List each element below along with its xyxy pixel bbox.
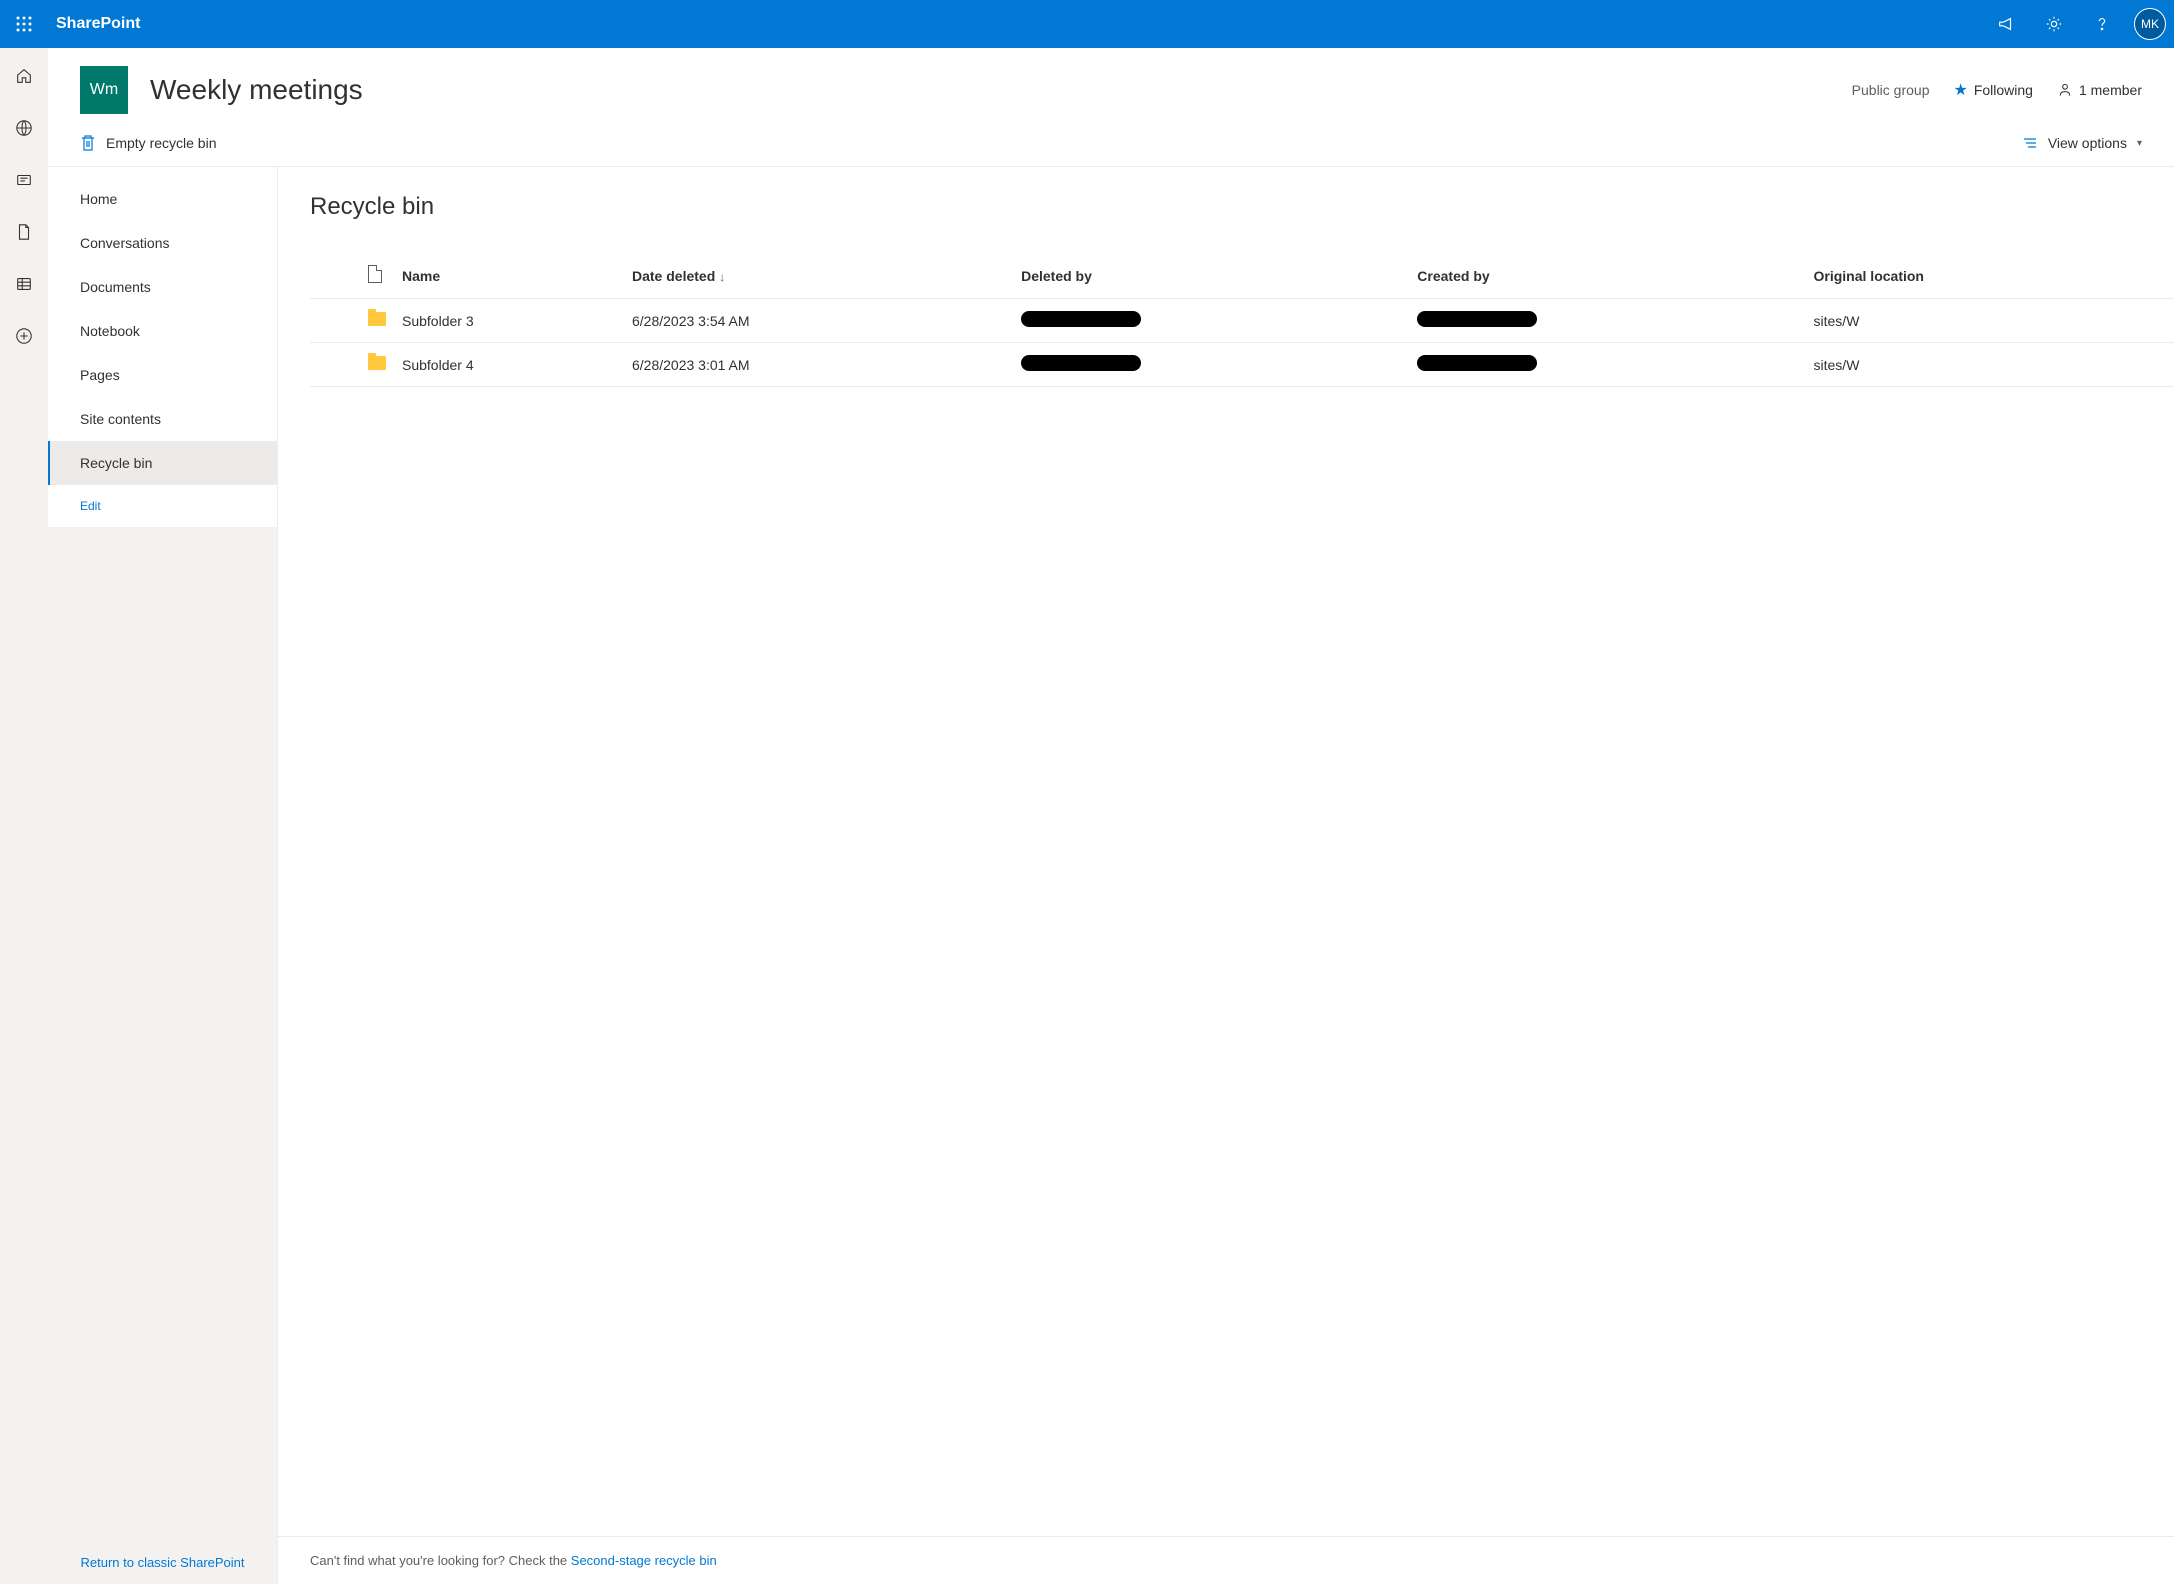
second-stage-link[interactable]: Second-stage recycle bin bbox=[571, 1553, 717, 1568]
megaphone-button[interactable] bbox=[1982, 0, 2030, 48]
cell-created-by bbox=[1409, 299, 1805, 343]
rail-news-button[interactable] bbox=[14, 170, 34, 190]
cell-original: sites/W bbox=[1806, 343, 2174, 387]
site-visibility: Public group bbox=[1852, 82, 1930, 98]
globe-icon bbox=[15, 119, 33, 137]
site-logo[interactable]: Wm bbox=[80, 66, 128, 114]
cell-name: Subfolder 4 bbox=[394, 343, 624, 387]
sort-down-icon: ↓ bbox=[719, 270, 725, 284]
view-label: View options bbox=[2048, 135, 2127, 151]
cell-deleted-by bbox=[1013, 299, 1409, 343]
help-icon bbox=[2093, 15, 2111, 33]
view-options-button[interactable]: View options ▾ bbox=[2022, 135, 2142, 151]
content-area: Recycle bin Name Date deleted↓ Deleted b… bbox=[278, 167, 2174, 1584]
rail-globe-button[interactable] bbox=[14, 118, 34, 138]
news-icon bbox=[15, 171, 33, 189]
star-icon: ★ bbox=[1953, 80, 1967, 100]
nav-documents[interactable]: Documents bbox=[48, 265, 277, 309]
trash-icon bbox=[80, 134, 96, 152]
plus-circle-icon bbox=[15, 327, 33, 345]
nav-site-contents[interactable]: Site contents bbox=[48, 397, 277, 441]
list-icon bbox=[15, 275, 33, 293]
folder-icon bbox=[368, 356, 386, 370]
table-row[interactable]: Subfolder 3 6/28/2023 3:54 AM sites/W bbox=[310, 299, 2174, 343]
rail-lists-button[interactable] bbox=[14, 274, 34, 294]
col-original[interactable]: Original location bbox=[1806, 253, 2174, 299]
brand-label[interactable]: SharePoint bbox=[48, 15, 140, 33]
members-button[interactable]: 1 member bbox=[2057, 82, 2142, 98]
home-icon bbox=[15, 67, 33, 85]
help-button[interactable] bbox=[2078, 0, 2126, 48]
rail-home-button[interactable] bbox=[14, 66, 34, 86]
empty-recycle-bin-button[interactable]: Empty recycle bin bbox=[80, 134, 216, 152]
cell-date: 6/28/2023 3:01 AM bbox=[624, 343, 1013, 387]
follow-button[interactable]: ★ Following bbox=[1953, 80, 2032, 100]
return-classic-link[interactable]: Return to classic SharePoint bbox=[80, 1555, 244, 1570]
left-nav: Home Conversations Documents Notebook Pa… bbox=[48, 167, 278, 1584]
page-title: Recycle bin bbox=[310, 193, 2174, 221]
folder-icon bbox=[368, 312, 386, 326]
file-icon bbox=[16, 223, 32, 241]
cell-date: 6/28/2023 3:54 AM bbox=[624, 299, 1013, 343]
col-name[interactable]: Name bbox=[394, 253, 624, 299]
cell-deleted-by bbox=[1013, 343, 1409, 387]
footer-text: Can't find what you're looking for? Chec… bbox=[310, 1553, 571, 1568]
follow-label: Following bbox=[1974, 82, 2033, 98]
recycle-bin-table: Name Date deleted↓ Deleted by Created by… bbox=[310, 253, 2174, 387]
nav-conversations[interactable]: Conversations bbox=[48, 221, 277, 265]
megaphone-icon bbox=[1997, 15, 2015, 33]
cell-original: sites/W bbox=[1806, 299, 2174, 343]
site-header: Wm Weekly meetings Public group ★ Follow… bbox=[48, 48, 2174, 126]
nav-home[interactable]: Home bbox=[48, 177, 277, 221]
col-date-deleted[interactable]: Date deleted↓ bbox=[624, 253, 1013, 299]
nav-pages[interactable]: Pages bbox=[48, 353, 277, 397]
site-logo-text: Wm bbox=[90, 81, 118, 99]
suite-bar: SharePoint MK bbox=[0, 0, 2174, 48]
person-icon bbox=[2057, 82, 2073, 98]
nav-edit-link[interactable]: Edit bbox=[48, 485, 277, 527]
view-icon bbox=[2022, 136, 2038, 150]
app-rail bbox=[0, 48, 48, 1584]
gear-icon bbox=[2045, 15, 2063, 33]
file-icon bbox=[368, 265, 382, 283]
members-label: 1 member bbox=[2079, 82, 2142, 98]
cell-created-by bbox=[1409, 343, 1805, 387]
col-deleted-by[interactable]: Deleted by bbox=[1013, 253, 1409, 299]
waffle-icon bbox=[16, 16, 32, 32]
site-title[interactable]: Weekly meetings bbox=[150, 74, 1830, 106]
cell-name: Subfolder 3 bbox=[394, 299, 624, 343]
col-created-by[interactable]: Created by bbox=[1409, 253, 1805, 299]
nav-notebook[interactable]: Notebook bbox=[48, 309, 277, 353]
app-launcher-button[interactable] bbox=[0, 0, 48, 48]
chevron-down-icon: ▾ bbox=[2137, 138, 2142, 149]
col-type[interactable] bbox=[360, 253, 394, 299]
empty-label: Empty recycle bin bbox=[106, 135, 216, 151]
avatar-initials: MK bbox=[2141, 17, 2159, 31]
command-bar: Empty recycle bin View options ▾ bbox=[48, 126, 2174, 167]
settings-button[interactable] bbox=[2030, 0, 2078, 48]
rail-files-button[interactable] bbox=[14, 222, 34, 242]
user-avatar[interactable]: MK bbox=[2134, 8, 2166, 40]
footer-note: Can't find what you're looking for? Chec… bbox=[278, 1536, 2174, 1584]
nav-recycle-bin[interactable]: Recycle bin bbox=[48, 441, 277, 485]
table-row[interactable]: Subfolder 4 6/28/2023 3:01 AM sites/W bbox=[310, 343, 2174, 387]
rail-create-button[interactable] bbox=[14, 326, 34, 346]
